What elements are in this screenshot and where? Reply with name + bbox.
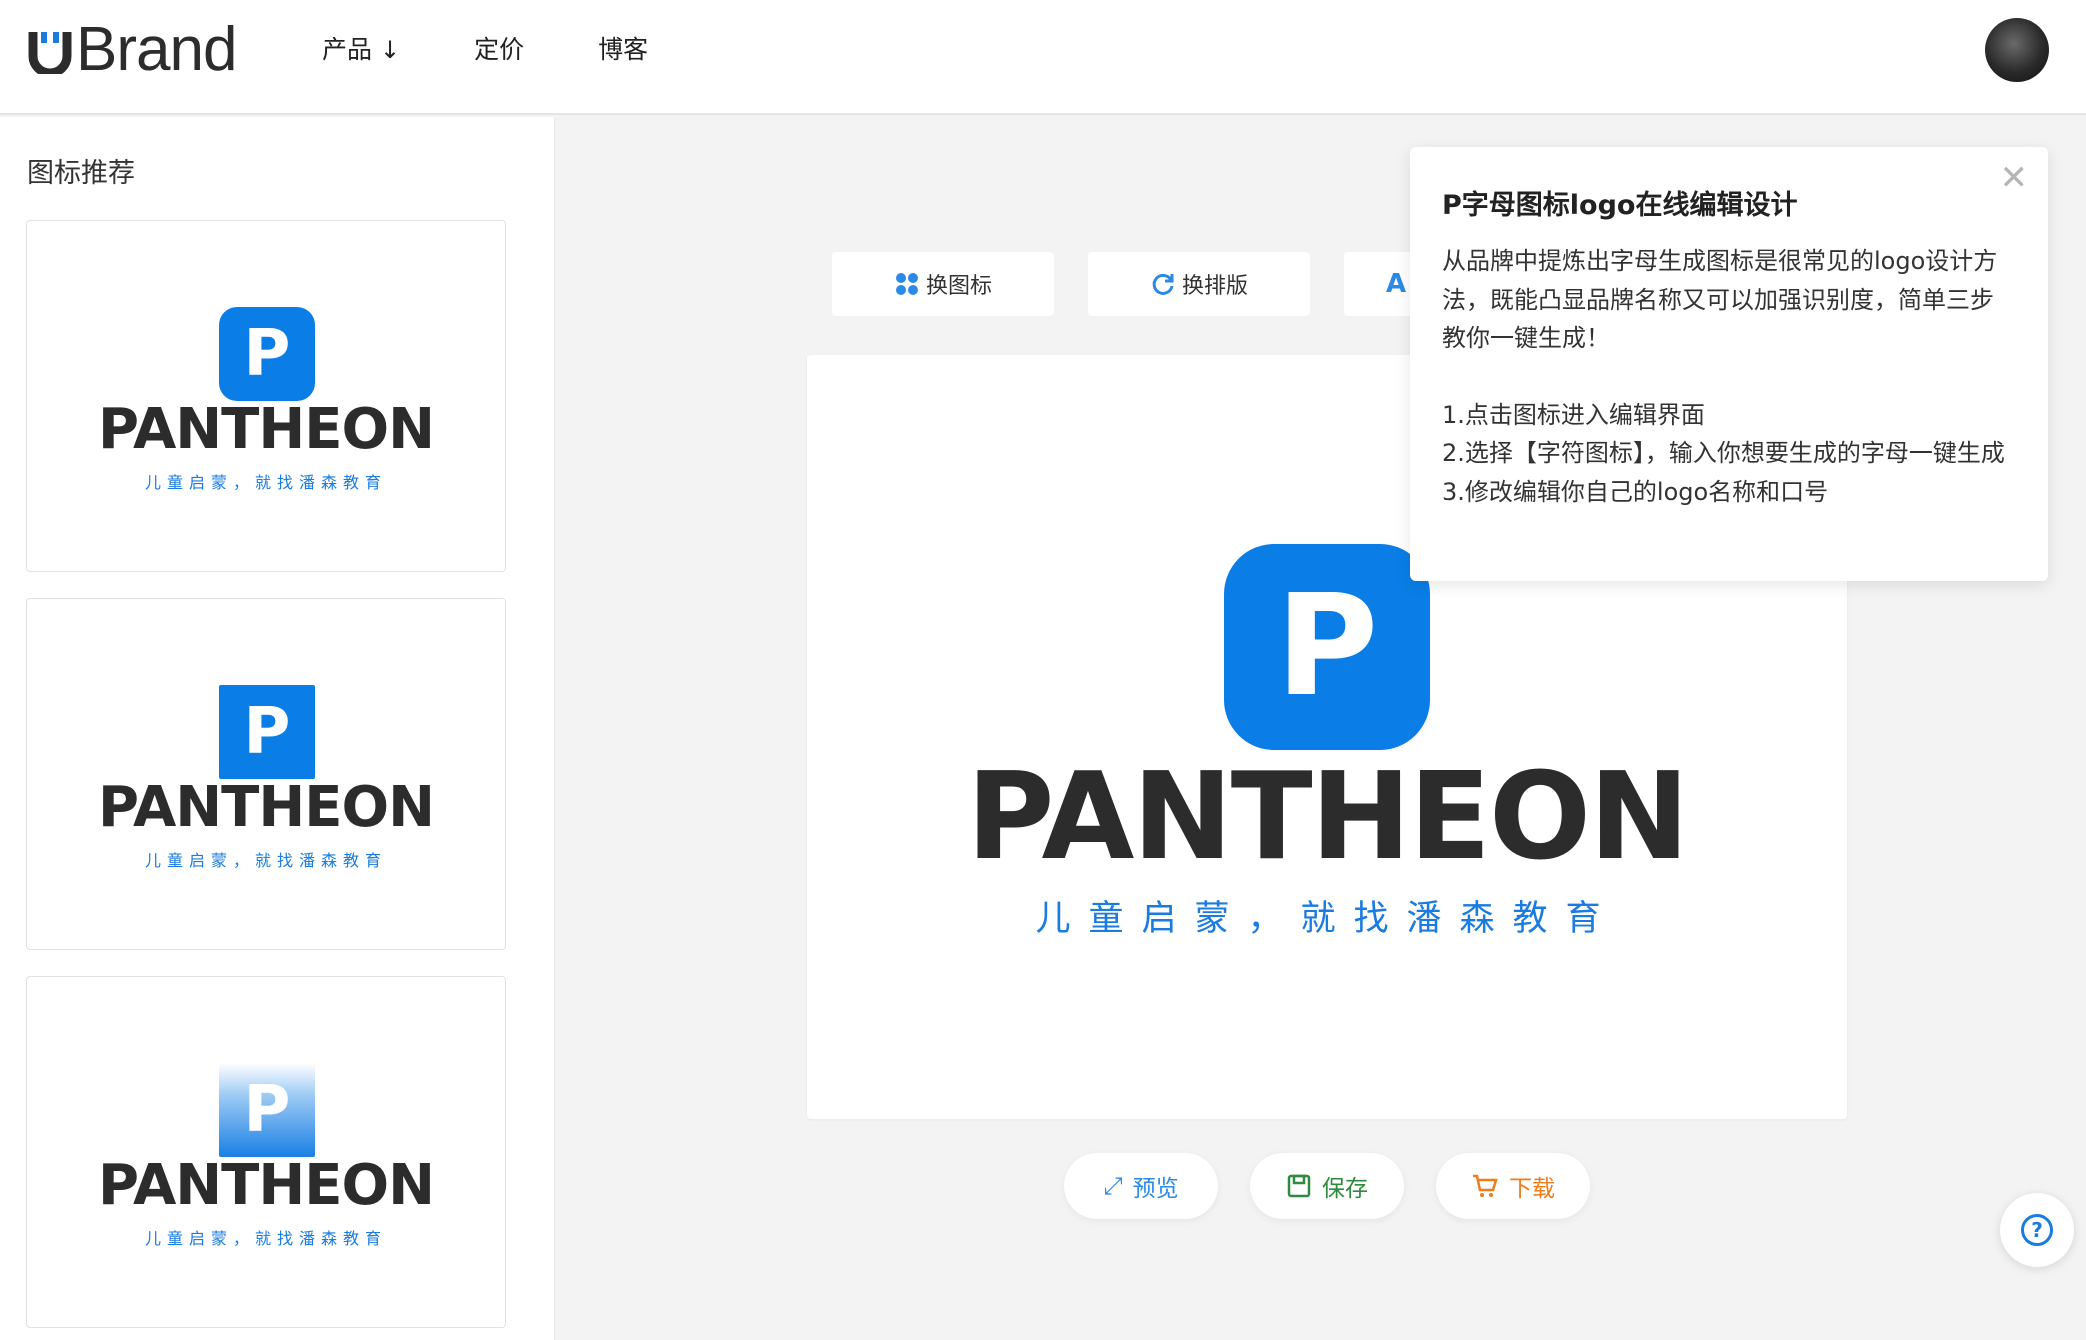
help-button[interactable]: ?	[2000, 1193, 2074, 1267]
logo-card-square[interactable]: P PANTHEON 儿童启蒙，就找潘森教育	[26, 598, 506, 950]
mark-letter: P	[1275, 565, 1379, 728]
p-logo-mark-icon: P	[219, 685, 315, 779]
mark-letter: P	[243, 317, 291, 391]
change-layout-label: 换排版	[1181, 274, 1248, 299]
logo-card-rounded[interactable]: P PANTHEON 儿童启蒙，就找潘森教育	[26, 220, 506, 572]
popover-step-2: 2.选择【字符图标】，输入你想要生成的字母一键生成	[1442, 439, 2005, 467]
guide-popover: ✕ P字母图标logo在线编辑设计 从品牌中提炼出字母生成图标是很常见的logo…	[1410, 147, 2048, 581]
p-logo-mark-icon: P	[219, 1063, 315, 1157]
change-layout-button[interactable]: 换排版	[1088, 252, 1310, 316]
download-label: 下载	[1509, 1176, 1555, 1202]
change-icon-label: 换图标	[925, 274, 992, 299]
popover-step-3: 3.修改编辑你自己的logo名称和口号	[1442, 477, 1829, 506]
brand-name: PANTHEON	[98, 1153, 435, 1218]
close-icon[interactable]: ✕	[2000, 161, 2029, 195]
brand-slogan: 儿童启蒙，就找潘森教育	[144, 473, 387, 492]
brand-name[interactable]: PANTHEON	[807, 752, 1847, 884]
u-logo-icon	[28, 32, 72, 74]
download-button[interactable]: 下载	[1436, 1153, 1590, 1219]
logo-text: Brand	[76, 15, 237, 84]
grid-dots-icon	[895, 273, 918, 295]
question-icon: ?	[2021, 1214, 2053, 1246]
p-logo-mark-icon[interactable]: P	[1224, 544, 1430, 750]
save-label: 保存	[1322, 1176, 1368, 1202]
top-header: Brand 产品 ↓ 定价 博客	[0, 0, 2086, 115]
nav-item-label: 产品	[322, 35, 373, 64]
expand-icon: ⤢	[1103, 1172, 1123, 1200]
sidebar-title: 图标推荐	[27, 158, 135, 189]
brand-name: PANTHEON	[98, 775, 435, 840]
refresh-icon	[1152, 273, 1174, 295]
main-nav: 产品 ↓ 定价 博客	[322, 32, 722, 68]
brand-slogan: 儿童启蒙，就找潘森教育	[144, 851, 387, 870]
avatar[interactable]	[1985, 18, 2049, 82]
preview-label: 预览	[1132, 1176, 1179, 1202]
ubrand-logo[interactable]: Brand	[28, 15, 237, 84]
icon-recommend-sidebar: 图标推荐 P PANTHEON 儿童启蒙，就找潘森教育 P PANTHEON 儿…	[0, 117, 555, 1340]
popover-intro: 从品牌中提炼出字母生成图标是很常见的logo设计方法，既能凸显品牌名称又可以加强…	[1442, 247, 1998, 352]
brand-slogan[interactable]: 儿童启蒙，就找潘森教育	[807, 890, 1847, 941]
font-icon: A	[1386, 269, 1407, 299]
nav-item-pricing[interactable]: 定价	[474, 32, 524, 68]
p-logo-mark-icon: P	[219, 307, 315, 401]
arrow-down-icon: ↓	[380, 36, 401, 64]
change-icon-button[interactable]: 换图标	[832, 252, 1054, 316]
popover-body: 从品牌中提炼出字母生成图标是很常见的logo设计方法，既能凸显品牌名称又可以加强…	[1442, 242, 2016, 511]
cart-icon	[1473, 1174, 1498, 1197]
brand-name: PANTHEON	[98, 397, 435, 462]
save-icon	[1287, 1174, 1311, 1198]
nav-item-products[interactable]: 产品 ↓	[322, 32, 400, 68]
nav-item-blog[interactable]: 博客	[598, 32, 648, 68]
save-button[interactable]: 保存	[1250, 1153, 1404, 1219]
preview-button[interactable]: ⤢ 预览	[1064, 1153, 1218, 1219]
popover-title: P字母图标logo在线编辑设计	[1442, 190, 1798, 221]
logo-card-gradient[interactable]: P PANTHEON 儿童启蒙，就找潘森教育	[26, 976, 506, 1328]
popover-step-1: 1.点击图标进入编辑界面	[1442, 400, 1705, 429]
mark-letter: P	[243, 1073, 291, 1147]
mark-letter: P	[243, 695, 291, 769]
brand-slogan: 儿童启蒙，就找潘森教育	[144, 1229, 387, 1248]
